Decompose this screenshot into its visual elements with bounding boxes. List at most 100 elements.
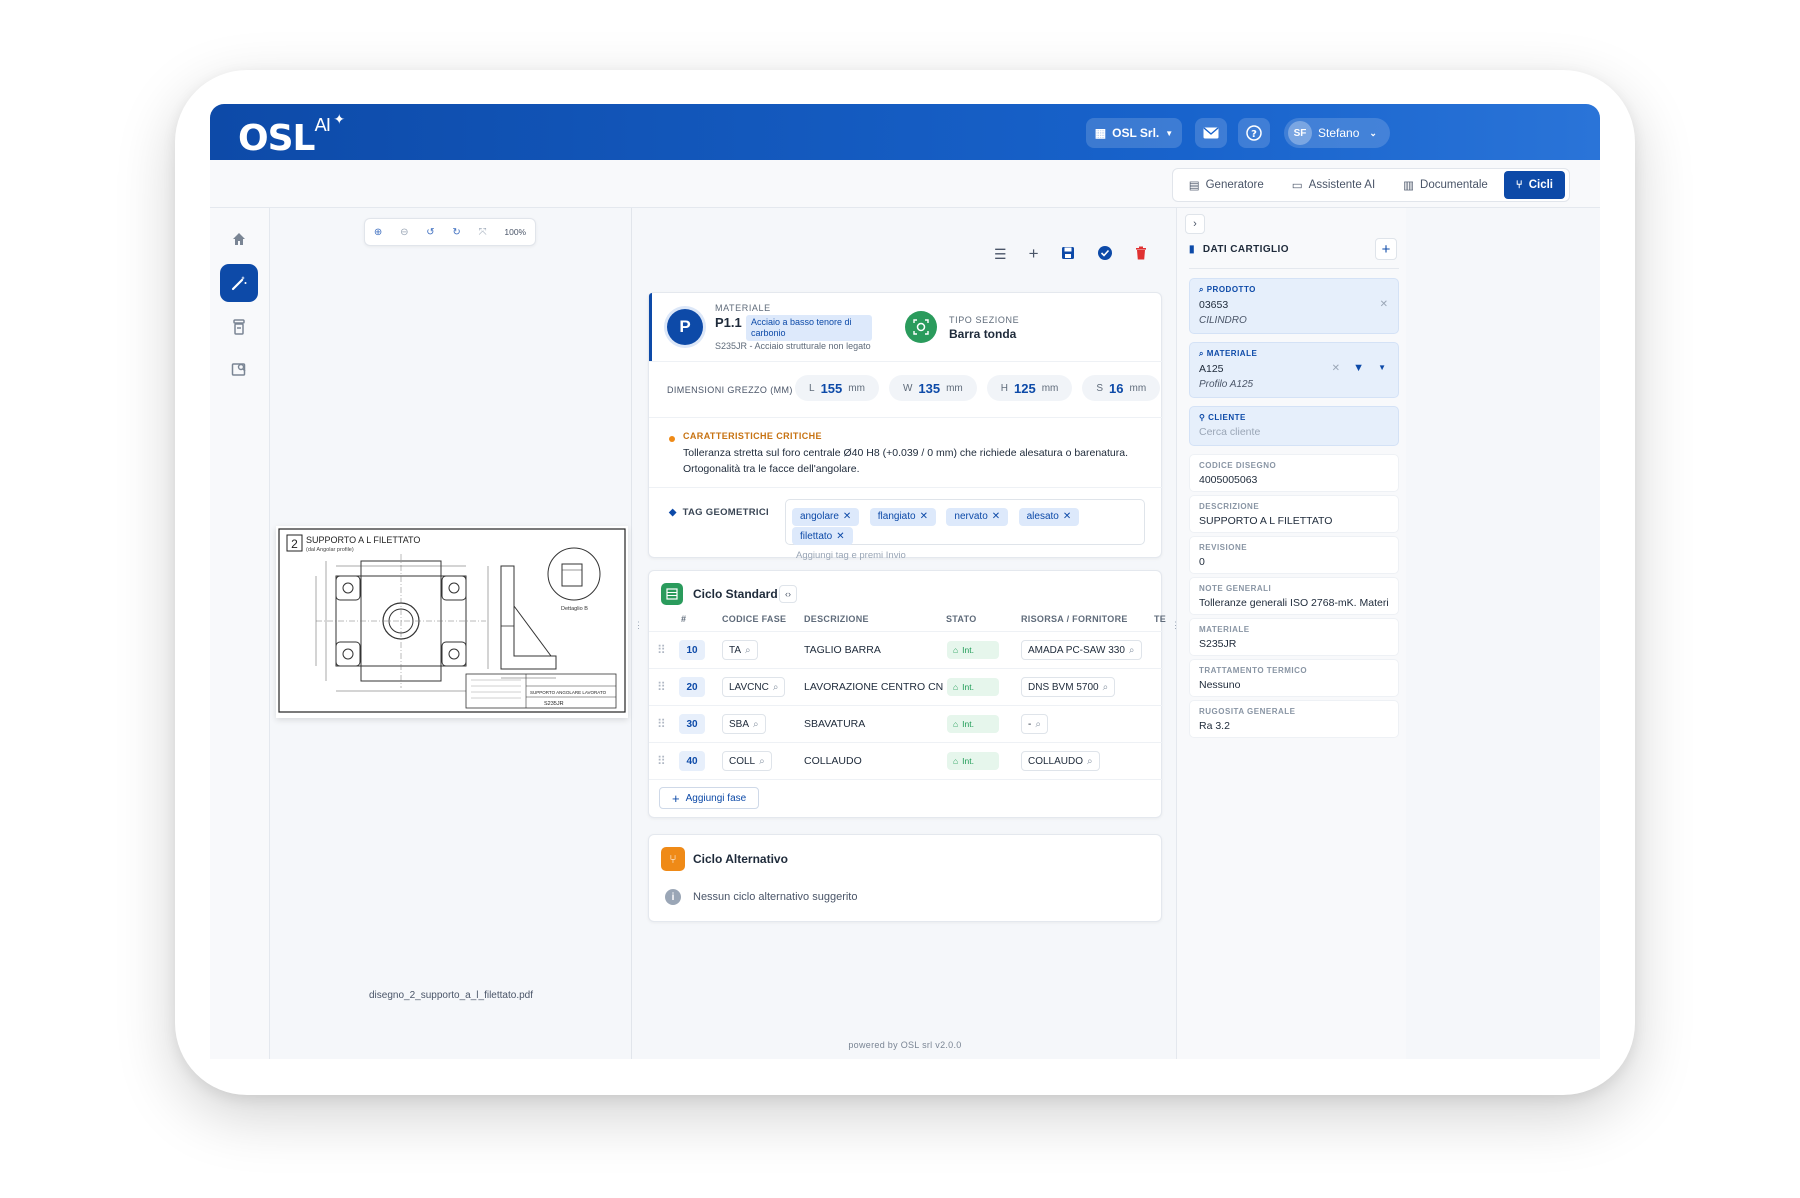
clear-icon[interactable]: ✕ [1380,299,1388,310]
search-icon: ⌕ [1102,681,1109,693]
tag-icon: ◆ [669,507,677,518]
tag-input[interactable]: angolare ✕ flangiato ✕ nervato ✕ alesato ✕ f… [785,499,1145,561]
fit-icon[interactable]: ⤧ [479,227,487,238]
search-icon: ⌕ [1199,285,1204,294]
search-icon: ⌕ [753,718,759,730]
phase-code-field[interactable]: TA ⌕ [722,640,758,660]
table-row[interactable]: ⠿ 20 LAVCNC ⌕ LAVORAZIONE CENTRO CN ⌂ Int.… [649,668,1163,705]
tab-assistente-ai[interactable]: ▭ Assistente AI [1280,171,1387,199]
mail-button[interactable] [1195,118,1227,148]
client-field[interactable]: ⚲ CLIENTE Cerca cliente [1189,406,1399,446]
code-toggle-icon[interactable]: ‹› [779,585,797,603]
generator-icon: ▤ [1188,180,1200,192]
book-icon: ▥ [1403,180,1415,192]
user-menu[interactable]: SF Stefano ⌄ [1284,118,1390,148]
filter-icon[interactable]: ▼ [1353,362,1364,374]
product-field[interactable]: ⌕ PRODOTTO 03653 CILINDRO ✕ [1189,278,1399,334]
zoom-out-icon[interactable]: ⊖ [400,227,408,238]
save-icon[interactable] [1061,246,1075,263]
caret-down-icon: ▼ [1165,128,1174,138]
drawing-viewer: ⊕ ⊖ ↺ ↻ ⤧ 100% 2 SUPPORTO A L FILETTATO … [270,208,632,1059]
drag-handle-icon[interactable]: ⠿ [657,680,666,694]
add-field-button[interactable]: + [1375,238,1397,260]
dimension-chip-l: L 155 mm [795,375,879,401]
zoom-in-icon[interactable]: ⊕ [374,227,382,238]
verified-icon[interactable] [1097,245,1113,264]
search-icon: ⌕ [1128,644,1135,656]
company-selector[interactable]: ▦ OSL Srl. ▼ [1086,118,1182,148]
add-phase-button[interactable]: + Aggiungi fase [659,787,760,809]
table-row[interactable]: ⠿ 30 SBA ⌕ SBAVATURA ⌂ Int. - ⌕ [649,705,1163,742]
sparkle-icon: ✦ [333,112,345,128]
phase-code-field[interactable]: COLL ⌕ [722,751,772,771]
home-icon: ⌂ [953,756,959,766]
delete-icon[interactable] [1135,246,1147,263]
tag-placeholder: Aggiungi tag e premi Invio [796,550,906,561]
svg-text:S235JR: S235JR [544,701,564,707]
section-icon [905,311,937,343]
file-name: disegno_2_supporto_a_l_filettato.pdf [368,990,534,1001]
table-row[interactable]: ⠿ 10 TA ⌕ TAGLIO BARRA ⌂ Int. AMADA PC-SAW… [649,631,1163,668]
resource-field[interactable]: DNS BVM 5700 ⌕ [1021,677,1116,697]
dimension-chip-w: W 135 mm [888,375,977,401]
revision-field: REVISIONE 0 [1189,536,1399,574]
avatar: SF [1288,121,1312,145]
material-spec-field: MATERIALE S235JR [1189,618,1399,656]
close-icon: ✕ [1062,511,1072,522]
collapse-chevron-icon[interactable]: › [1185,214,1205,234]
resource-field[interactable]: - ⌕ [1021,714,1048,734]
tag-chip[interactable]: filettato ✕ [792,527,853,545]
tab-generatore[interactable]: ▤ Generatore [1177,171,1276,199]
tab-documentale[interactable]: ▥ Documentale [1391,171,1500,199]
help-button[interactable]: ? [1238,118,1270,148]
rotate-right-icon[interactable]: ↻ [452,227,460,238]
table-row[interactable]: ⠿ 40 COLL ⌕ COLLAUDO ⌂ Int. COLLAUDO ⌕ [649,742,1163,779]
section-type: Barra tonda [949,327,1017,341]
tag-chip[interactable]: alesato ✕ [1018,507,1080,526]
home-icon[interactable] [220,220,258,258]
chat-icon: ▭ [1291,180,1303,192]
chevron-down-icon: ⌄ [1369,127,1377,138]
drag-handle-icon[interactable]: ⠿ [657,754,666,768]
section-nav: ▤ Generatore ▭ Assistente AI ▥ Documentale … [210,160,1600,208]
phase-code-field[interactable]: SBA ⌕ [722,714,766,734]
alternative-cycle-card: ⑂ Ciclo Alternativo i Nessun ciclo alter… [648,834,1162,922]
description-field: DESCRIZIONE SUPPORTO A L FILETTATO [1189,495,1399,533]
action-toolbar: ☰ + [994,244,1147,264]
center-panel: ☰ + P MATERIALE P1.1 Acciaio a basso ten… [638,208,1183,1059]
archive-icon[interactable] [220,308,258,346]
tab-cicli[interactable]: ⑂ Cicli [1503,171,1565,199]
drag-handle-icon[interactable]: ⠿ [657,643,666,657]
warning-dot-icon [669,436,675,442]
table-header: # CODICE FASE DESCRIZIONE STATO RISORSA … [681,614,1167,624]
general-notes-field: NOTE GENERALI Tolleranze generali ISO 276… [1189,577,1399,615]
tag-chip[interactable]: nervato ✕ [946,507,1009,526]
phase-code-field[interactable]: LAVCNC ⌕ [722,677,786,697]
home-icon: ⌂ [953,682,959,692]
search-list-icon[interactable]: ☰ [994,246,1007,263]
technical-drawing[interactable]: 2 SUPPORTO A L FILETTATO (dal Angolar pr… [276,526,628,718]
rotate-left-icon[interactable]: ↺ [426,227,434,238]
clear-icon[interactable]: ✕ [1332,363,1340,374]
caret-down-icon[interactable]: ▼ [1378,363,1386,372]
home-icon: ⌂ [953,645,959,655]
search-icon: ⌕ [745,644,751,656]
search-icon: ⌕ [772,681,779,693]
resize-handle[interactable]: ⋮ [634,620,643,631]
plus-icon: + [672,790,680,806]
drag-handle-icon[interactable]: ⠿ [657,717,666,731]
magic-wand-icon[interactable] [220,264,258,302]
tag-chip[interactable]: angolare ✕ [792,507,860,526]
resource-field[interactable]: AMADA PC-SAW 330 ⌕ [1021,640,1142,660]
top-bar: OSLAI ✦ ▦ OSL Srl. ▼ ? SF Stefano ⌄ [210,104,1600,160]
svg-text:Dettaglio B: Dettaglio B [561,606,588,612]
drawing-code-field: CODICE DISEGNO 4005005063 [1189,454,1399,492]
plus-icon[interactable]: + [1029,244,1039,264]
search-document-icon[interactable] [220,350,258,388]
svg-text:?: ? [1251,129,1257,140]
standard-cycle-card: Ciclo Standard ‹› # CODICE FASE DESCRIZI… [648,570,1167,818]
tag-chip[interactable]: flangiato ✕ [869,507,936,526]
resource-field[interactable]: COLLAUDO ⌕ [1021,751,1100,771]
title-block-panel: › ▮ DATI CARTIGLIO + ⌕ PRODOTTO 03653 CIL… [1176,208,1406,1059]
material-field[interactable]: ⌕ MATERIALE A125 Profilo A125 ✕ ▼ ▼ [1189,342,1399,398]
